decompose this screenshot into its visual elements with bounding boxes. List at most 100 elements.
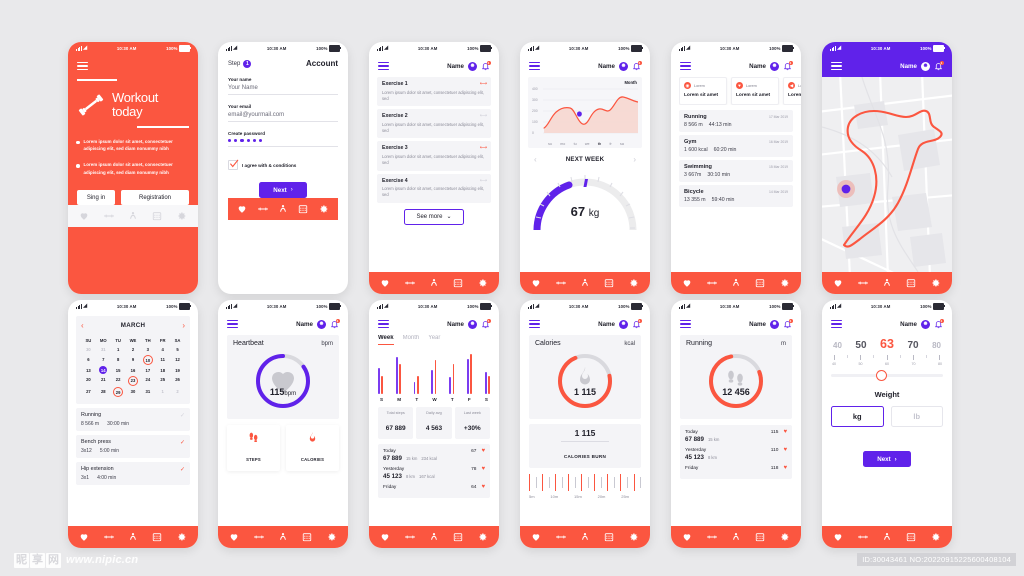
heart-icon[interactable] bbox=[237, 204, 247, 214]
dumbbell-icon[interactable] bbox=[857, 278, 868, 288]
avatar[interactable]: ☻ bbox=[770, 319, 779, 329]
day-cell[interactable]: 31 bbox=[96, 345, 111, 354]
person-icon[interactable] bbox=[882, 532, 892, 542]
menu-icon[interactable] bbox=[529, 319, 540, 329]
list-item[interactable]: Friday 118 ♥ bbox=[685, 465, 787, 471]
agree-checkbox[interactable] bbox=[228, 159, 239, 171]
table-row[interactable]: Running 17 Mar 2019 8 566 m 44:13 min bbox=[679, 109, 793, 132]
day-cell[interactable]: 22 bbox=[111, 375, 126, 386]
calendar-icon[interactable] bbox=[755, 278, 765, 288]
chevron-right-icon[interactable]: › bbox=[633, 155, 636, 164]
person-icon[interactable] bbox=[278, 204, 288, 214]
heart-icon[interactable] bbox=[682, 532, 692, 542]
list-item[interactable]: Exercise 1 ⟷ Lorem ipsum dolor sit amet, … bbox=[377, 77, 491, 107]
notification-bell-icon[interactable]: 1 bbox=[783, 61, 793, 71]
list-item[interactable]: Running ✓ 8 566 m 30:00 min bbox=[76, 407, 190, 431]
menu-icon[interactable] bbox=[831, 61, 842, 71]
notification-bell-icon[interactable]: 1 bbox=[330, 319, 340, 329]
menu-icon[interactable] bbox=[831, 319, 842, 329]
day-cell[interactable]: 15 bbox=[111, 366, 126, 375]
gear-icon[interactable] bbox=[319, 204, 329, 214]
calendar-icon[interactable] bbox=[152, 532, 162, 542]
slider-knob[interactable] bbox=[875, 370, 887, 381]
person-icon[interactable] bbox=[128, 532, 138, 542]
calories-tile[interactable]: CALORIES bbox=[286, 425, 339, 471]
dumbbell-icon[interactable] bbox=[257, 204, 268, 214]
person-icon[interactable] bbox=[580, 532, 590, 542]
tab-year[interactable]: Year bbox=[428, 335, 440, 345]
map-canvas[interactable] bbox=[822, 77, 952, 272]
notification-bell-icon[interactable]: 1 bbox=[481, 319, 491, 329]
dumbbell-icon[interactable] bbox=[706, 278, 717, 288]
person-icon[interactable] bbox=[882, 278, 892, 288]
day-cell[interactable]: 6 bbox=[81, 354, 96, 365]
heart-icon[interactable] bbox=[79, 211, 89, 221]
list-item[interactable]: Exercise 3 ⟷ Lorem ipsum dolor sit amet, … bbox=[377, 141, 491, 171]
dumbbell-icon[interactable] bbox=[253, 532, 264, 542]
menu-icon[interactable] bbox=[680, 319, 691, 329]
steps-tile[interactable]: STEPS bbox=[227, 425, 280, 471]
day-cell[interactable]: 31 bbox=[140, 387, 155, 398]
tab-month[interactable]: Month bbox=[403, 335, 420, 345]
next-button[interactable]: Next › bbox=[259, 182, 307, 199]
day-cell-marked[interactable]: 23 bbox=[126, 375, 141, 386]
person-icon[interactable] bbox=[429, 532, 439, 542]
time-ruler[interactable]: 5m 10m 15m 20m 25m bbox=[529, 474, 641, 499]
dumbbell-icon[interactable] bbox=[555, 532, 566, 542]
person-icon[interactable] bbox=[278, 532, 288, 542]
dumbbell-icon[interactable] bbox=[857, 532, 868, 542]
day-cell[interactable]: 27 bbox=[81, 387, 96, 398]
heart-icon[interactable] bbox=[229, 532, 239, 542]
list-item[interactable]: Exercise 2 ⟷ Lorem ipsum dolor sit amet, … bbox=[377, 109, 491, 139]
category-card[interactable]: ♥ Lorem Lorem sit amet bbox=[731, 77, 779, 105]
day-cell[interactable]: 4 bbox=[155, 345, 170, 354]
heart-icon[interactable] bbox=[380, 278, 390, 288]
gear-icon[interactable] bbox=[780, 278, 790, 288]
day-cell[interactable]: 28 bbox=[96, 387, 111, 398]
day-cell[interactable]: 21 bbox=[96, 375, 111, 386]
table-row[interactable]: Bicycle 14 Mar 2019 13 355 m 59:40 min bbox=[679, 184, 793, 207]
day-cell[interactable]: 2 bbox=[126, 345, 141, 354]
person-icon[interactable] bbox=[580, 278, 590, 288]
heart-icon[interactable] bbox=[380, 532, 390, 542]
avatar[interactable]: ☻ bbox=[317, 319, 326, 329]
notification-bell-icon[interactable]: 1 bbox=[934, 319, 944, 329]
calendar-icon[interactable] bbox=[906, 532, 916, 542]
calendar-icon[interactable] bbox=[604, 532, 614, 542]
menu-icon[interactable] bbox=[227, 319, 238, 329]
category-card[interactable]: ◀Lorem Lorem sit amet bbox=[783, 77, 801, 105]
list-item[interactable]: Hip extension ✓ 3x1 4:00 min bbox=[76, 461, 190, 485]
registration-button[interactable]: Registration bbox=[121, 190, 189, 206]
next-month-button[interactable]: › bbox=[182, 321, 185, 330]
dumbbell-icon[interactable] bbox=[103, 532, 114, 542]
day-cell[interactable]: 16 bbox=[126, 366, 141, 375]
unit-lb-button[interactable]: lb bbox=[890, 406, 943, 427]
day-cell[interactable]: 11 bbox=[155, 354, 170, 365]
name-input[interactable]: Your Name bbox=[228, 85, 338, 95]
day-cell[interactable]: 1 bbox=[111, 345, 126, 354]
day-cell[interactable]: 30 bbox=[126, 387, 141, 398]
table-row[interactable]: Swimming 15 Mar 2019 3 667m 30:10 min bbox=[679, 159, 793, 182]
person-icon[interactable] bbox=[731, 532, 741, 542]
day-cell[interactable]: 2 bbox=[170, 387, 185, 398]
day-cell[interactable]: 8 bbox=[111, 354, 126, 365]
day-cell[interactable]: 9 bbox=[126, 354, 141, 365]
notification-bell-icon[interactable]: 1 bbox=[934, 61, 944, 71]
day-cell[interactable]: 13 bbox=[81, 366, 96, 375]
day-cell-marked[interactable]: 29 bbox=[111, 387, 126, 398]
day-cell[interactable]: 30 bbox=[81, 345, 96, 354]
prev-month-button[interactable]: ‹ bbox=[81, 321, 84, 330]
table-row[interactable]: Gym 16 Mar 2019 1 600 kcal 60:20 min bbox=[679, 134, 793, 157]
notification-bell-icon[interactable]: 1 bbox=[481, 61, 491, 71]
calendar-icon[interactable] bbox=[906, 278, 916, 288]
gear-icon[interactable] bbox=[177, 532, 187, 542]
calendar-icon[interactable] bbox=[453, 278, 463, 288]
gear-icon[interactable] bbox=[177, 211, 187, 221]
chevron-left-icon[interactable]: ‹ bbox=[534, 155, 537, 164]
calendar-icon[interactable] bbox=[755, 532, 765, 542]
day-cell[interactable]: 3 bbox=[140, 345, 155, 354]
day-cell[interactable]: 24 bbox=[140, 375, 155, 386]
heart-icon[interactable] bbox=[531, 532, 541, 542]
avatar[interactable]: ☻ bbox=[619, 61, 628, 71]
next-button[interactable]: Next › bbox=[863, 451, 911, 467]
